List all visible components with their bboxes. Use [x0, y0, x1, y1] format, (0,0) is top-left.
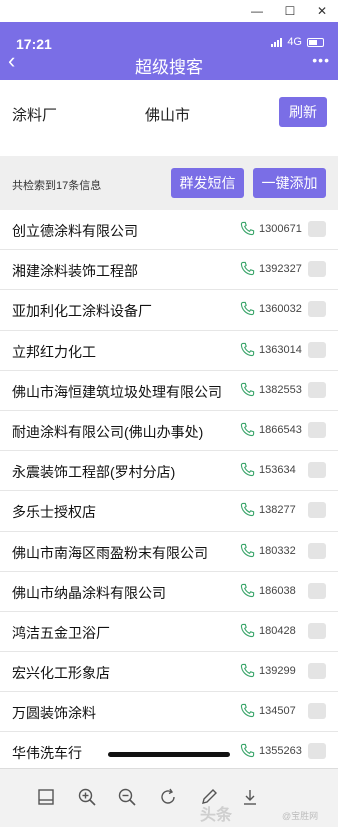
- result-count: 共检索到17条信息: [12, 180, 102, 192]
- phone-number[interactable]: 1363014: [259, 344, 302, 356]
- redacted-digits: [308, 221, 326, 237]
- watermark-sub: @宝胜网: [282, 811, 319, 821]
- redacted-digits: [308, 261, 326, 278]
- redacted-digits: [308, 301, 326, 318]
- company-name: 永震装饰工程部(罗村分店): [12, 464, 176, 481]
- phone-number[interactable]: 1355263: [259, 745, 302, 757]
- phone-number[interactable]: 1300671: [259, 223, 302, 235]
- company-name: 湘建涂料装饰工程部: [12, 263, 138, 280]
- status-indicators: 4G: [271, 36, 324, 48]
- list-item[interactable]: 佛山市海恒建筑垃圾处理有限公司 1382553: [0, 371, 338, 411]
- redacted-digits: [308, 663, 326, 680]
- list-item[interactable]: 创立德涂料有限公司 1300671: [0, 210, 338, 251]
- redacted-digits: [308, 421, 326, 438]
- contact-list: 创立德涂料有限公司 1300671 湘建涂料装饰工程部 1392327 亚加利化工涂料设…: [0, 210, 338, 773]
- phone-number[interactable]: 1866543: [259, 424, 302, 436]
- list-item[interactable]: 永震装饰工程部(罗村分店) 153634: [0, 451, 338, 492]
- rotate-icon[interactable]: [158, 787, 178, 807]
- company-name: 佛山市南海区雨盈粉末有限公司: [12, 544, 208, 561]
- redacted-digits: [308, 743, 326, 760]
- list-item[interactable]: 亚加利化工涂料设备厂 1360032: [0, 290, 338, 331]
- phone-icon[interactable]: [240, 663, 255, 678]
- company-name: 万圆装饰涂料: [12, 705, 96, 722]
- more-icon[interactable]: •••: [312, 52, 330, 68]
- list-item[interactable]: 立邦红力化工 1363014: [0, 331, 338, 371]
- watermark: 头条: [200, 807, 233, 824]
- phone-number[interactable]: 139299: [259, 665, 296, 677]
- phone-icon[interactable]: [240, 703, 255, 718]
- zoom-out-icon[interactable]: [117, 787, 137, 807]
- company-name: 耐迪涂料有限公司(佛山办事处): [12, 423, 204, 440]
- phone-number[interactable]: 180428: [259, 625, 296, 637]
- phone-icon[interactable]: [240, 342, 255, 357]
- results-bar: 共检索到17条信息 群发短信 一键添加: [0, 156, 338, 210]
- redacted-digits: [308, 462, 326, 479]
- redacted-digits: [308, 341, 326, 358]
- company-name: 多乐士授权店: [12, 504, 96, 521]
- phone-icon[interactable]: [240, 623, 255, 638]
- phone-icon[interactable]: [240, 221, 255, 236]
- list-item[interactable]: 湘建涂料装饰工程部 1392327: [0, 250, 338, 291]
- list-item[interactable]: 佛山市南海区雨盈粉末有限公司 180332: [0, 532, 338, 572]
- minimize-icon[interactable]: —: [248, 2, 266, 20]
- viewer-toolbar: 头条 @宝胜网: [0, 768, 338, 827]
- zoom-in-icon[interactable]: [77, 787, 97, 807]
- phone-number[interactable]: 1382553: [259, 384, 302, 396]
- company-name: 宏兴化工形象店: [12, 665, 110, 682]
- search-row: 涂料厂 佛山市 刷新: [0, 80, 338, 146]
- company-name: 鸿洁五金卫浴厂: [12, 624, 110, 641]
- phone-number[interactable]: 180332: [259, 545, 296, 557]
- list-item[interactable]: 佛山市纳晶涂料有限公司 186038: [0, 572, 338, 612]
- refresh-button[interactable]: 刷新: [279, 97, 327, 127]
- window-title-bar: — ☐ ✕: [0, 0, 338, 22]
- company-name: 华伟洗车行: [12, 745, 82, 762]
- close-icon[interactable]: ✕: [313, 2, 331, 20]
- list-item[interactable]: 耐迪涂料有限公司(佛山办事处) 1866543: [0, 411, 338, 452]
- phone-number[interactable]: 186038: [259, 585, 296, 597]
- page-title: 超级搜客: [135, 58, 203, 77]
- phone-icon[interactable]: [240, 543, 255, 558]
- list-item[interactable]: 宏兴化工形象店 139299: [0, 652, 338, 693]
- phone-icon[interactable]: [240, 462, 255, 477]
- phone-icon[interactable]: [240, 583, 255, 598]
- phone-icon[interactable]: [240, 382, 255, 397]
- list-item[interactable]: 鸿洁五金卫浴厂 180428: [0, 612, 338, 653]
- redacted-digits: [308, 542, 326, 559]
- company-name: 亚加利化工涂料设备厂: [12, 303, 152, 320]
- fit-page-icon[interactable]: [36, 787, 56, 807]
- home-indicator: [108, 752, 230, 757]
- phone-number[interactable]: 1392327: [259, 263, 302, 275]
- maximize-icon[interactable]: ☐: [281, 2, 299, 20]
- company-name: 佛山市纳晶涂料有限公司: [12, 584, 166, 601]
- list-item[interactable]: 万圆装饰涂料 134507: [0, 692, 338, 733]
- redacted-digits: [308, 703, 326, 720]
- keyword-field[interactable]: 涂料厂: [12, 104, 57, 125]
- redacted-digits: [308, 381, 326, 398]
- phone-icon[interactable]: [240, 422, 255, 437]
- phone-icon[interactable]: [240, 301, 255, 316]
- phone-number[interactable]: 134507: [259, 705, 296, 717]
- company-name: 佛山市海恒建筑垃圾处理有限公司: [12, 383, 222, 400]
- status-time: 17:21: [16, 36, 52, 52]
- battery-icon: [307, 37, 324, 47]
- company-name: 立邦红力化工: [12, 343, 96, 360]
- download-icon[interactable]: [240, 787, 260, 807]
- company-name: 创立德涂料有限公司: [12, 223, 138, 239]
- phone-number[interactable]: 153634: [259, 464, 296, 476]
- add-all-button[interactable]: 一键添加: [253, 168, 326, 198]
- phone-icon[interactable]: [240, 743, 255, 758]
- list-item[interactable]: 多乐士授权店 138277: [0, 491, 338, 532]
- redacted-digits: [308, 622, 326, 639]
- phone-icon[interactable]: [240, 261, 255, 276]
- city-field[interactable]: 佛山市: [145, 104, 190, 125]
- signal-icon: [271, 37, 283, 47]
- phone-number[interactable]: 1360032: [259, 303, 302, 315]
- bulk-sms-button[interactable]: 群发短信: [171, 168, 244, 198]
- redacted-digits: [308, 502, 326, 519]
- redacted-digits: [308, 582, 326, 599]
- app-header: 17:21 4G ‹ 超级搜客 •••: [0, 22, 338, 80]
- phone-number[interactable]: 138277: [259, 504, 296, 516]
- phone-icon[interactable]: [240, 502, 255, 517]
- network-label: 4G: [287, 36, 302, 48]
